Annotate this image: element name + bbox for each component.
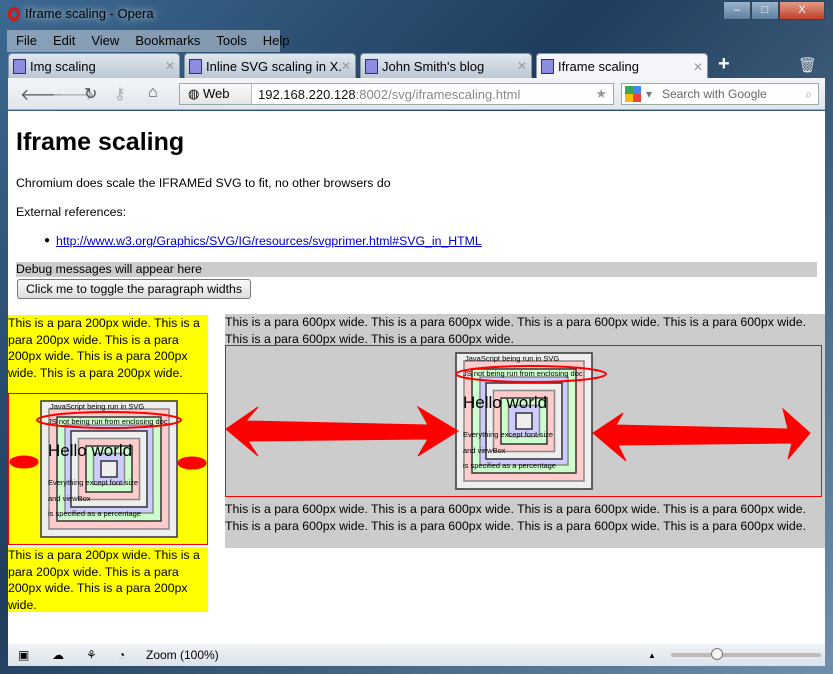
menu-help[interactable]: Help [254,30,297,52]
zoom-slider-handle[interactable] [711,648,723,660]
page-content: Iframe scaling Chromium does scale the I… [8,111,825,644]
speed-dial-icon[interactable]: ◔ [118,648,125,662]
menu-edit[interactable]: Edit [44,30,82,52]
search-icon[interactable]: ⌕ [805,84,812,104]
red-arrow-right [592,407,811,462]
reload-icon[interactable]: ↻ [84,84,97,104]
close-tab-icon[interactable]: ✕ [341,59,351,73]
new-tab-icon[interactable]: + [718,53,730,78]
navigation-bar: 🡐 🡒 ↻ ⚷ ⌂ ◍ Web 192.168.220.128:8002/svg… [8,78,825,110]
red-mark-right [177,456,207,470]
red-mark-left [9,455,39,469]
search-input[interactable]: ▾ Search with Google ⌕ [621,83,819,105]
web-badge[interactable]: ◍ Web [180,84,252,104]
turbo-icon[interactable]: ⚘ [86,648,97,662]
red-arrow-left [225,405,459,457]
menu-view[interactable]: View [82,30,126,52]
google-icon [625,86,641,102]
close-button[interactable]: X [779,1,825,20]
menu-bookmarks[interactable]: Bookmarks [126,30,207,52]
tab-bar: Img scaling ✕ Inline SVG scaling in X... ✕… [8,53,825,79]
zoom-slider[interactable] [671,648,821,660]
red-ellipse-large [455,365,607,383]
tab-john-smith[interactable]: John Smith's blog ✕ [360,53,532,78]
tab-iframe-scaling[interactable]: Iframe scaling ✕ [536,53,708,79]
page-icon [189,58,202,74]
tab-img-scaling[interactable]: Img scaling ✕ [8,53,180,78]
panel-toggle-icon[interactable]: ▣ [18,648,29,662]
zoom-label: Zoom (100%) [146,648,219,662]
home-icon[interactable]: ⌂ [148,84,158,102]
globe-icon: ◍ [188,86,203,101]
unite-cloud-icon[interactable]: ☁ [52,648,64,662]
browser-window: Iframe scaling - Opera – □ X File Edit V… [0,0,833,674]
window-title: Iframe scaling - Opera [8,6,154,21]
menu-bar: File Edit View Bookmarks Tools Help [7,30,289,52]
close-tab-icon[interactable]: ✕ [693,60,703,74]
maximize-button[interactable]: □ [751,1,779,20]
status-bar: ▣ ☁ ⚘ ◔ Zoom (100%) ▲ [8,644,825,666]
close-tab-icon[interactable]: ✕ [517,59,527,73]
menu-file[interactable]: File [7,30,44,52]
key-icon[interactable]: ⚷ [114,84,126,104]
trash-icon[interactable]: 🗑 [798,56,817,74]
tab-inline-svg[interactable]: Inline SVG scaling in X... ✕ [184,53,356,78]
page-icon [541,59,554,74]
minimize-button[interactable]: – [723,1,751,20]
chevron-down-icon[interactable]: ▾ [646,84,652,104]
bookmark-star-icon[interactable]: ★ [595,86,607,102]
close-tab-icon[interactable]: ✕ [165,59,175,73]
annotations [9,365,811,470]
page-icon [13,58,26,74]
red-ellipse-small [36,411,182,429]
page-icon [365,58,378,74]
menu-tools[interactable]: Tools [207,30,253,52]
zoom-up-icon[interactable]: ▲ [648,651,656,660]
opera-logo-icon [8,6,20,21]
address-field[interactable]: ◍ Web 192.168.220.128:8002/svg/iframesca… [179,83,614,105]
